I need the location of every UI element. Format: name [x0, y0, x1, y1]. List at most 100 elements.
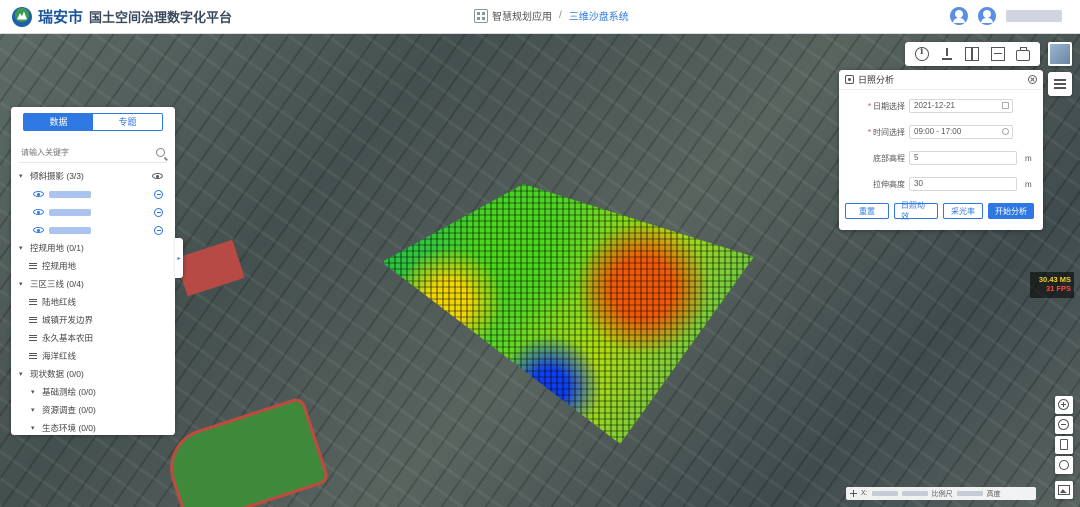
date-label: * 日期选择: [867, 101, 905, 111]
base-height-row: 底部高程 5 m: [839, 150, 1043, 166]
grid-app-icon[interactable]: [474, 8, 488, 23]
chevron-down-icon[interactable]: [31, 388, 39, 396]
tree-item-land-redline[interactable]: 陆地红线: [19, 293, 167, 311]
breadcrumb-separator: /: [559, 10, 562, 21]
tree-group-label: 现状数据 (0/0): [30, 369, 84, 379]
screenshot-button[interactable]: [1055, 481, 1073, 499]
time-picker[interactable]: 09:00 - 17:00: [909, 125, 1013, 139]
calendar-icon[interactable]: [1002, 102, 1009, 109]
tree-item-basic-survey[interactable]: 基础测绘 (0/0): [19, 383, 167, 401]
tab-topic[interactable]: 专题: [93, 114, 162, 130]
start-analysis-button[interactable]: 开始分析: [988, 203, 1034, 219]
layer-icon: [29, 299, 37, 305]
remove-icon[interactable]: [154, 189, 163, 199]
tree-item-label: 永久基本农田: [42, 333, 94, 343]
tree-item-label: 陆地红线: [42, 297, 77, 307]
time-row: * 时间选择 09:00 - 17:00: [839, 124, 1043, 140]
scale-label: 比例尺: [931, 490, 953, 498]
dialog-title: 日照分析: [858, 75, 895, 85]
tree-group-three-zones[interactable]: 三区三线 (0/4): [19, 275, 167, 293]
chevron-down-icon[interactable]: [19, 280, 27, 288]
tree-group-regulatory[interactable]: 控规用地 (0/1): [19, 239, 167, 257]
tree-group-current-data[interactable]: 现状数据 (0/0): [19, 365, 167, 383]
layer-icon: [29, 353, 37, 359]
city-name: 瑞安市: [38, 8, 84, 26]
sunlight-icon: [845, 75, 854, 84]
remove-icon[interactable]: [154, 225, 163, 235]
tree-item-ocean-redline[interactable]: 海洋红线: [19, 347, 167, 365]
basemap-switch-button[interactable]: [1048, 42, 1072, 66]
eye-icon[interactable]: [152, 173, 163, 179]
map-court: [175, 239, 245, 297]
brand-logo[interactable]: 瑞安市 国土空间治理数字化平台: [12, 6, 232, 27]
time-label: * 时间选择: [867, 127, 905, 137]
breadcrumb: 智慧规划应用 / 三维沙盘系统: [474, 8, 629, 23]
remove-icon[interactable]: [154, 207, 163, 217]
compass-button[interactable]: [1055, 456, 1073, 474]
base-height-label: 底部高程: [873, 153, 905, 163]
base-height-input[interactable]: 5: [909, 151, 1017, 165]
zoom-in-button[interactable]: [1055, 396, 1073, 414]
chevron-down-icon[interactable]: [31, 424, 39, 432]
eye-icon[interactable]: [33, 209, 44, 215]
redacted-label: [49, 190, 91, 198]
chevron-down-icon[interactable]: [19, 370, 27, 378]
tree-item-oblique-3[interactable]: [19, 221, 167, 239]
zoom-out-button[interactable]: [1055, 416, 1073, 434]
search-input[interactable]: [21, 148, 131, 157]
chevron-down-icon[interactable]: [19, 244, 27, 252]
tree-item-oblique-1[interactable]: [19, 185, 167, 203]
frame-rate: 31 FPS: [1045, 284, 1071, 293]
search-bar: [19, 143, 167, 163]
clock-icon[interactable]: [1002, 128, 1009, 135]
dialog-header: 日照分析: [839, 70, 1043, 90]
panel-collapse-handle[interactable]: ▸: [175, 238, 183, 278]
extrude-height-label: 拉伸高度: [873, 179, 905, 189]
layer-icon: [29, 335, 37, 341]
avatar-icon[interactable]: [978, 7, 996, 25]
redacted-label: [49, 208, 91, 216]
reset-button[interactable]: 重置: [845, 203, 889, 219]
extrude-height-input[interactable]: 30: [909, 177, 1017, 191]
height-label: 高度: [986, 490, 1001, 498]
tree-item-ecology[interactable]: 生态环境 (0/0): [19, 419, 167, 437]
download-icon[interactable]: [940, 47, 954, 61]
eye-icon[interactable]: [33, 227, 44, 233]
tree-item-urban-boundary[interactable]: 城镇开发边界: [19, 311, 167, 329]
toolbox-icon[interactable]: [1016, 46, 1031, 61]
performance-readout: 30.43 MS 31 FPS: [1030, 272, 1074, 298]
daylight-rate-button[interactable]: 采光率: [943, 203, 983, 219]
tree-item-resource-survey[interactable]: 资源调查 (0/0): [19, 401, 167, 419]
chevron-down-icon[interactable]: [31, 406, 39, 414]
split-view-icon[interactable]: [965, 47, 980, 61]
breadcrumb-app[interactable]: 智慧规划应用: [492, 8, 552, 23]
chevron-down-icon[interactable]: [19, 172, 27, 180]
tree-group-oblique[interactable]: 倾斜摄影 (3/3): [19, 167, 167, 185]
user-name-redacted[interactable]: [1006, 10, 1062, 22]
tree-item-regulatory-land[interactable]: 控规用地: [19, 257, 167, 275]
tab-data[interactable]: 数据: [24, 114, 93, 130]
layer-icon: [29, 263, 37, 269]
compare-icon[interactable]: [990, 47, 1005, 61]
sun-animation-button[interactable]: 日照动效: [894, 201, 938, 221]
plus-icon: [850, 490, 857, 497]
image-icon: [1058, 485, 1070, 495]
tree-item-farmland[interactable]: 永久基本农田: [19, 329, 167, 347]
date-picker[interactable]: 2021-12-21: [909, 99, 1013, 113]
layer-panel: 数据 专题 倾斜摄影 (3/3) 控规用地 (0/1) 控规用地 三区三线 (0…: [11, 107, 175, 435]
eye-icon[interactable]: [33, 191, 44, 197]
redacted-value: [901, 491, 928, 496]
search-icon[interactable]: [156, 148, 165, 157]
zoom-in-icon: [1058, 399, 1069, 410]
info-icon[interactable]: [914, 47, 929, 61]
breadcrumb-current[interactable]: 三维沙盘系统: [569, 8, 629, 23]
tree-item-label: 基础测绘 (0/0): [42, 387, 96, 397]
document-button[interactable]: [1055, 436, 1073, 454]
close-icon[interactable]: [1028, 75, 1037, 84]
list-icon[interactable]: [1048, 72, 1072, 96]
user-icon[interactable]: [950, 7, 968, 25]
redacted-label: [49, 226, 91, 234]
tree-item-oblique-2[interactable]: [19, 203, 167, 221]
sunlight-heatmap: [382, 184, 754, 444]
map-toolbar: [905, 42, 1040, 66]
